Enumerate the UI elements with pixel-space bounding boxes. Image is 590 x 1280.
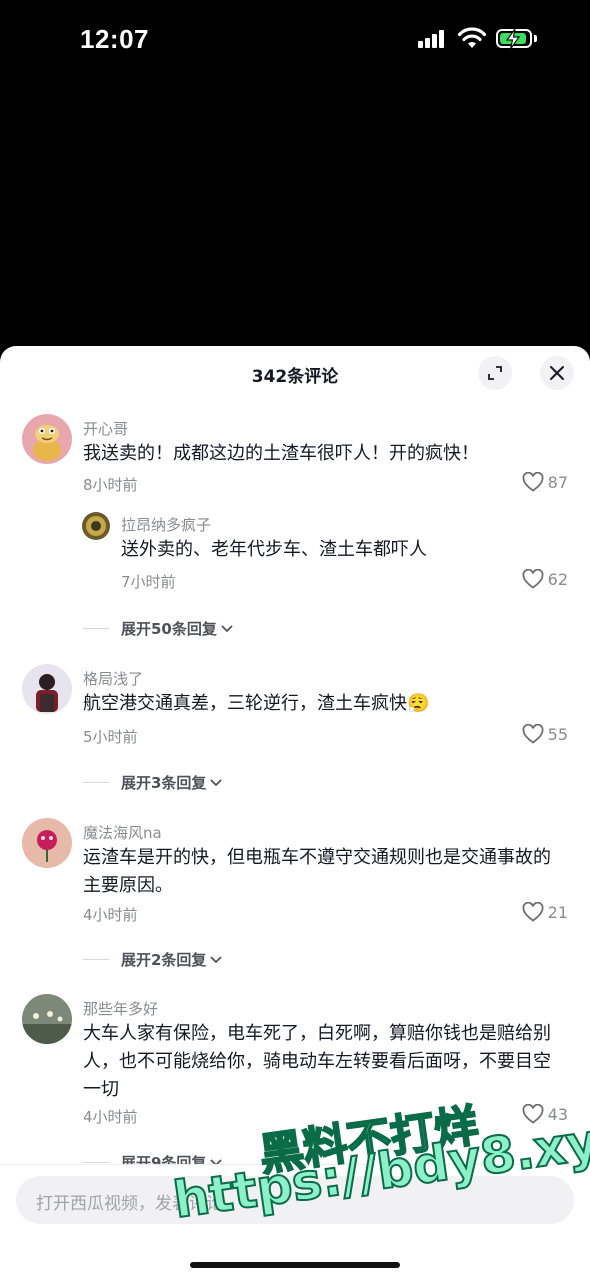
- like-button[interactable]: 21: [522, 902, 568, 922]
- reply-item: 拉昂纳多疯子 送外卖的、老年代步车、渣土车都吓人 7小时前 62: [0, 510, 590, 600]
- status-bar: 12:07: [0, 0, 590, 80]
- chevron-down-icon: [210, 778, 223, 786]
- expand-sheet-button[interactable]: [478, 356, 512, 390]
- like-button[interactable]: 62: [522, 569, 568, 589]
- comment-text: 送外卖的、老年代步车、渣土车都吓人: [121, 539, 427, 560]
- expand-replies-button[interactable]: 展开2条回复: [83, 949, 223, 970]
- expand-replies-button[interactable]: 展开3条回复: [83, 772, 223, 793]
- video-player-area[interactable]: [0, 80, 590, 346]
- comment-author[interactable]: 拉昂纳多疯子: [121, 514, 211, 535]
- like-button[interactable]: 87: [522, 472, 568, 492]
- heart-icon: [522, 724, 544, 744]
- expand-icon: [488, 366, 502, 380]
- avatar[interactable]: [22, 818, 72, 868]
- chevron-down-icon: [210, 955, 223, 963]
- like-count: 21: [547, 902, 568, 922]
- wifi-icon: [457, 27, 487, 48]
- like-count: 62: [547, 569, 568, 589]
- avatar[interactable]: [82, 512, 110, 540]
- sheet-header: 342条评论: [0, 346, 590, 400]
- chevron-down-icon: [221, 624, 233, 632]
- home-indicator[interactable]: [190, 1262, 400, 1268]
- expand-replies-label: 展开3条回复: [121, 774, 207, 792]
- comment-text: 运渣车是开的快，但电瓶车不遵守交通规则也是交通事故的主要原因。: [83, 847, 551, 896]
- comment-time: 4小时前: [83, 1108, 138, 1126]
- comment-time: 5小时前: [83, 728, 138, 746]
- comment-item: 魔法海风na 运渣车是开的快，但电瓶车不遵守交通规则也是交通事故的主要原因。 4…: [0, 818, 590, 948]
- comment-time: 4小时前: [83, 906, 138, 924]
- expand-replies-label: 展开2条回复: [121, 951, 207, 969]
- comment-author[interactable]: 格局浅了: [83, 668, 143, 689]
- comment-text: 我送卖的！成都这边的土渣车很吓人！开的疯快！: [83, 443, 479, 464]
- expand-replies-button[interactable]: 展开50条回复: [83, 618, 234, 639]
- comment-text: 航空港交通真差，三轮逆行，渣土车疯快😮‍💨: [83, 693, 430, 714]
- close-button[interactable]: [540, 356, 574, 390]
- like-button[interactable]: 55: [522, 724, 568, 744]
- comment-item: 那些年多好 大车人家有保险，电车死了，白死啊，算赔你钱也是赔给别人，也不可能烧给…: [0, 994, 590, 1134]
- heart-icon: [522, 902, 544, 922]
- comment-author[interactable]: 魔法海风na: [83, 822, 162, 843]
- expand-replies-label: 展开50条回复: [121, 620, 217, 638]
- heart-icon: [522, 569, 544, 589]
- like-count: 55: [547, 724, 568, 744]
- avatar[interactable]: [22, 664, 72, 714]
- comment-text: 大车人家有保险，电车死了，白死啊，算赔你钱也是赔给别人，也不可能烧给你，骑电动车…: [83, 1023, 551, 1100]
- comment-time: 7小时前: [121, 573, 176, 591]
- comment-item: 格局浅了 航空港交通真差，三轮逆行，渣土车疯快😮‍💨 5小时前 55: [0, 664, 590, 774]
- comment-time: 8小时前: [83, 476, 138, 494]
- close-icon: [550, 366, 564, 380]
- comment-author[interactable]: 那些年多好: [83, 998, 158, 1019]
- charging-bolt-icon: [505, 28, 521, 50]
- heart-icon: [522, 472, 544, 492]
- cellular-signal-icon: [418, 30, 448, 48]
- avatar[interactable]: [22, 994, 72, 1044]
- comment-author[interactable]: 开心哥: [83, 418, 128, 439]
- watermark: 黑料不打烊 https://bdy8.xyz: [169, 1099, 590, 1260]
- status-time: 12:07: [80, 24, 149, 54]
- comment-item: 开心哥 我送卖的！成都这边的土渣车很吓人！开的疯快！ 8小时前 87: [0, 414, 590, 524]
- avatar[interactable]: [22, 414, 72, 464]
- like-count: 87: [547, 472, 568, 492]
